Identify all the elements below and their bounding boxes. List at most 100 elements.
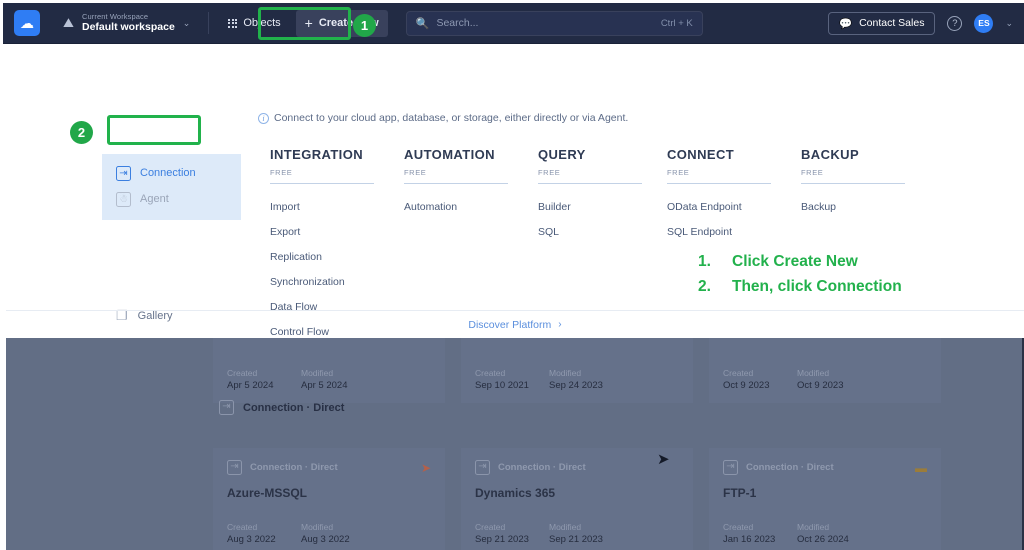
object-card-row-top: Created Apr 5 2024 Modified Apr 5 2024 C…: [213, 338, 1003, 403]
modified-col: Modified Sep 21 2023: [549, 522, 611, 545]
created-label: Created: [723, 522, 754, 532]
modified-value: Aug 3 2022: [301, 534, 350, 545]
cloud-icon: ☁: [20, 15, 34, 31]
card-title: Azure-MSSQL: [227, 486, 308, 500]
object-card[interactable]: Created Oct 9 2023 Modified Oct 9 2023: [709, 338, 941, 403]
chevron-down-icon: ⌄: [182, 17, 191, 28]
section-header: ⇥ Connection · Direct: [219, 400, 344, 415]
category-heading: QUERY: [538, 147, 586, 162]
created-label: Created: [475, 522, 506, 532]
search-bar[interactable]: 🔍 Ctrl + K: [405, 10, 703, 36]
connection-icon: ⇥: [219, 400, 234, 415]
created-value: Aug 3 2022: [227, 534, 276, 545]
category-tier: FREE: [667, 168, 771, 184]
menu-item-builder[interactable]: Builder: [538, 201, 667, 213]
modified-label: Modified: [549, 522, 582, 532]
card-type: Connection · Direct: [250, 462, 338, 473]
instruction-line: 1. Click Create New: [698, 249, 902, 274]
contact-sales-label: Contact Sales: [859, 17, 925, 29]
workspace-eyebrow: Current Workspace: [82, 11, 149, 21]
object-card[interactable]: ⇥ Connection · Direct ➤ Azure-MSSQL Crea…: [213, 448, 445, 550]
created-value: Oct 9 2023: [723, 380, 770, 391]
category-heading: INTEGRATION: [270, 147, 363, 162]
info-banner-text: Connect to your cloud app, database, or …: [274, 112, 629, 124]
sidebar-item-label: Agent: [140, 193, 169, 205]
instruction-overlay: 1. Click Create New 2. Then, click Conne…: [698, 249, 902, 299]
created-label: Created: [723, 368, 754, 378]
menu-item-sql[interactable]: SQL: [538, 226, 667, 238]
instruction-number: 2.: [698, 278, 711, 295]
chevron-right-icon: ›: [558, 319, 562, 330]
card-type: Connection · Direct: [498, 462, 586, 473]
object-card[interactable]: Created Apr 5 2024 Modified Apr 5 2024: [213, 338, 445, 403]
object-card-row-bottom: ⇥ Connection · Direct ➤ Azure-MSSQL Crea…: [213, 448, 1003, 550]
menu-item-import[interactable]: Import: [270, 201, 404, 213]
app-logo[interactable]: ☁: [14, 10, 40, 36]
created-label: Created: [227, 522, 258, 532]
user-menu[interactable]: ES ⌄: [974, 13, 1013, 33]
discover-platform-link[interactable]: Discover Platform ›: [6, 310, 1024, 338]
chat-icon: 💬: [839, 17, 853, 30]
mouse-cursor-icon: ➤: [657, 451, 670, 468]
modified-value: Sep 24 2023: [549, 380, 603, 391]
connection-icon: ⇥: [723, 460, 738, 475]
objects-button[interactable]: Objects: [219, 10, 289, 37]
object-card[interactable]: ⇥ Connection · Direct ▬ FTP-1 Created Ja…: [709, 448, 941, 550]
created-value: Sep 10 2021: [475, 380, 529, 391]
search-input[interactable]: [436, 17, 661, 29]
agent-icon: ☃: [116, 191, 131, 207]
modified-col: Modified Aug 3 2022: [301, 522, 363, 545]
category-heading: AUTOMATION: [404, 147, 495, 162]
modified-label: Modified: [797, 522, 830, 532]
callout-badge-2: 2: [70, 121, 93, 144]
connection-icon: ⇥: [475, 460, 490, 475]
top-navigation-bar: ☁ ⛰ Current Workspace Default workspace …: [3, 3, 1024, 44]
menu-item-replication[interactable]: Replication: [270, 251, 404, 263]
section-header-label: Connection · Direct: [243, 401, 345, 414]
discover-platform-label: Discover Platform: [468, 318, 552, 331]
menu-item-odata-endpoint[interactable]: OData Endpoint: [667, 201, 801, 213]
card-type: Connection · Direct: [746, 462, 834, 473]
modified-col: Modified Apr 5 2024: [301, 368, 363, 391]
plus-icon: +: [304, 15, 313, 31]
instruction-line: 2. Then, click Connection: [698, 274, 902, 299]
modified-label: Modified: [301, 368, 334, 378]
objects-label: Objects: [243, 17, 281, 29]
callout-badge-1: 1: [353, 14, 376, 37]
modified-col: Modified Oct 9 2023: [797, 368, 859, 391]
modified-label: Modified: [797, 368, 830, 378]
created-col: Created Oct 9 2023: [723, 368, 785, 391]
workspace-selector[interactable]: ⛰ Current Workspace Default workspace ⌄: [57, 11, 196, 36]
app-window: Created Apr 5 2024 Modified Apr 5 2024 C…: [0, 0, 1024, 550]
created-col: Created Sep 21 2023: [475, 522, 537, 545]
object-card[interactable]: Created Sep 10 2021 Modified Sep 24 2023: [461, 338, 693, 403]
sidebar-item-agent[interactable]: ☃ Agent: [102, 186, 241, 212]
menu-item-synchronization[interactable]: Synchronization: [270, 276, 404, 288]
nav-divider: [208, 12, 210, 34]
menu-item-backup[interactable]: Backup: [801, 201, 930, 213]
category-tier: FREE: [801, 168, 905, 184]
modified-value: Oct 26 2024: [797, 534, 849, 545]
category-heading: CONNECT: [667, 147, 735, 162]
created-col: Created Aug 3 2022: [227, 522, 289, 545]
sidebar-item-connection[interactable]: ⇥ Connection: [102, 160, 241, 186]
modified-label: Modified: [301, 522, 334, 532]
help-icon[interactable]: ?: [947, 15, 963, 31]
connection-icon: ⇥: [116, 165, 131, 181]
created-col: Created Sep 10 2021: [475, 368, 537, 391]
category-tier: FREE: [538, 168, 642, 184]
contact-sales-button[interactable]: 💬 Contact Sales: [828, 11, 936, 35]
menu-item-sql-endpoint[interactable]: SQL Endpoint: [667, 226, 801, 238]
menu-item-export[interactable]: Export: [270, 226, 404, 238]
info-banner: i Connect to your cloud app, database, o…: [258, 112, 628, 124]
info-icon: i: [258, 112, 269, 124]
created-label: Created: [227, 368, 258, 378]
created-value: Apr 5 2024: [227, 380, 274, 391]
grid-icon: [228, 18, 238, 28]
search-shortcut-hint: Ctrl + K: [660, 17, 693, 29]
menu-item-automation[interactable]: Automation: [404, 201, 538, 213]
dimmed-background-content: Created Apr 5 2024 Modified Apr 5 2024 C…: [6, 338, 1024, 550]
chevron-down-icon: ⌄: [1005, 17, 1013, 28]
modified-col: Modified Oct 26 2024: [797, 522, 859, 545]
modified-value: Oct 9 2023: [797, 380, 844, 391]
